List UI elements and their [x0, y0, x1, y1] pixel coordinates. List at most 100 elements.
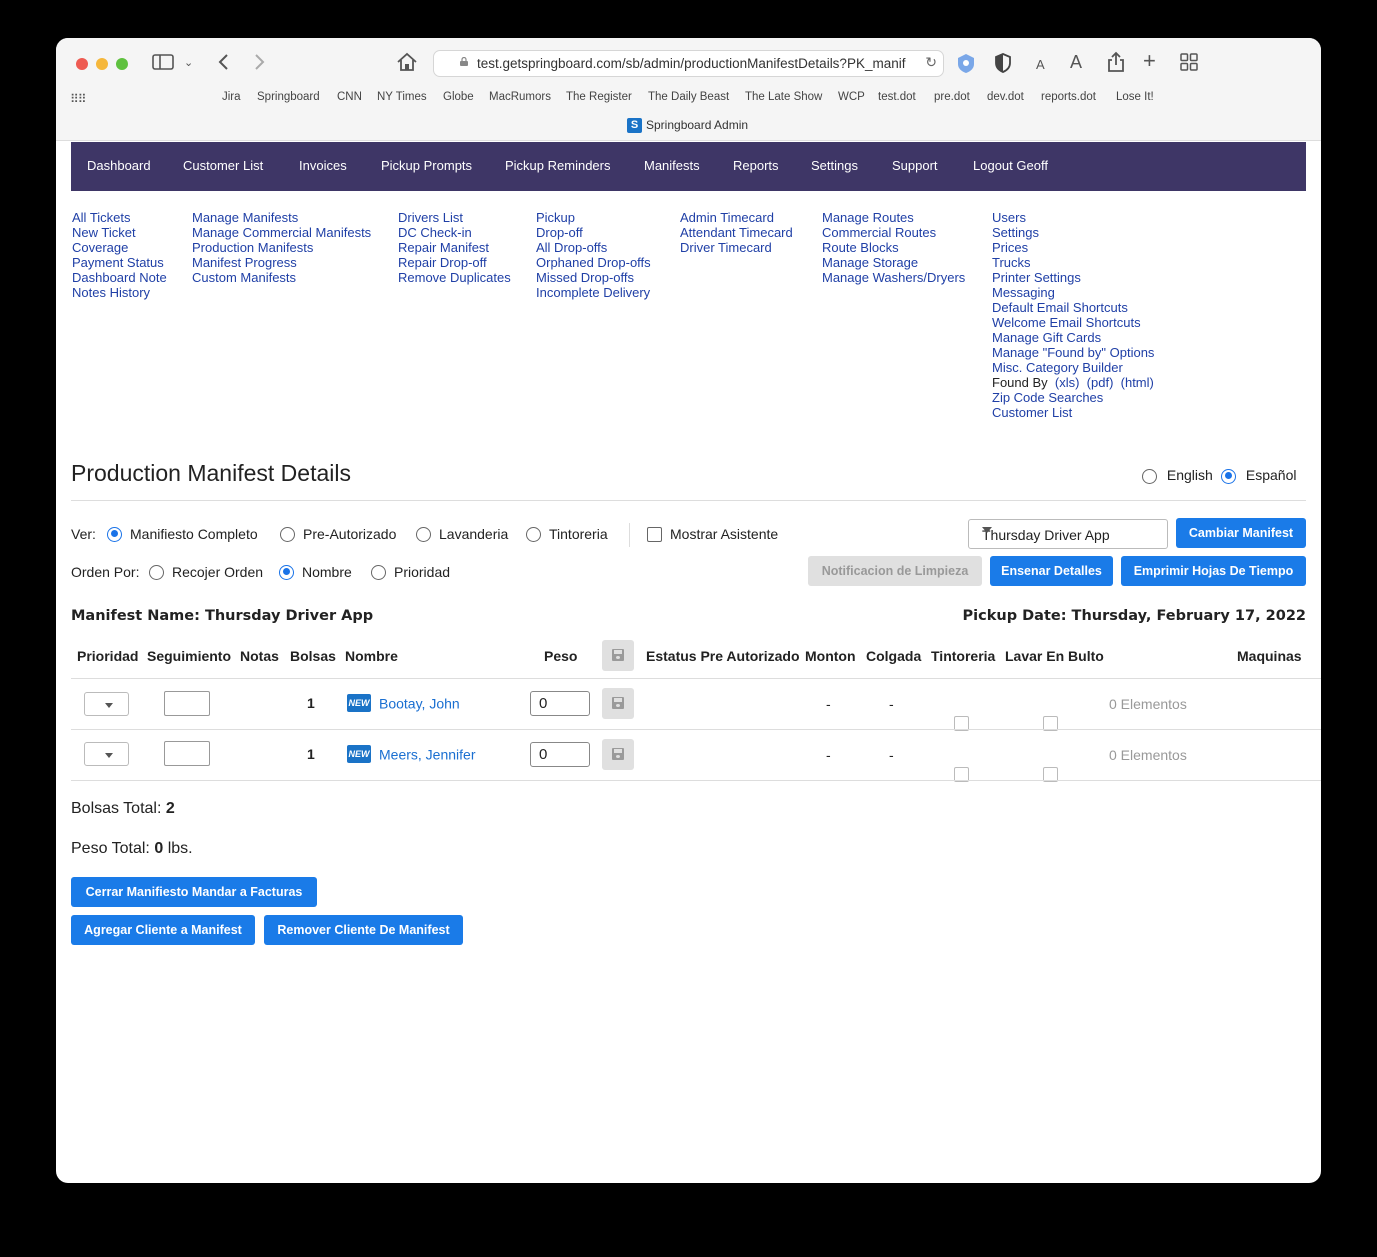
bookmark-item[interactable]: pre.dot [934, 91, 970, 103]
ensenar-detalles-button[interactable]: Ensenar Detalles [990, 556, 1113, 586]
bookmark-item[interactable]: NY Times [377, 91, 427, 103]
forward-arrow-icon[interactable] [251, 52, 267, 76]
submenu-link[interactable]: Payment Status [72, 255, 167, 270]
submenu-link[interactable]: Commercial Routes [822, 225, 965, 240]
customer-link[interactable]: Meers, Jennifer [379, 746, 475, 762]
peso-input[interactable]: 0 [530, 691, 590, 716]
apps-grid-icon[interactable]: ⠿⠿ [70, 89, 87, 109]
bookmark-item[interactable]: WCP [838, 91, 865, 103]
ver-option-completo[interactable]: Manifiesto Completo [107, 526, 258, 542]
lang-english-radio[interactable] [1142, 468, 1157, 484]
text-smaller-icon[interactable]: A [1036, 55, 1045, 75]
bookmark-item[interactable]: MacRumors [489, 91, 551, 103]
customer-link[interactable]: Bootay, John [379, 695, 460, 711]
bookmark-item[interactable]: Lose It! [1116, 91, 1154, 103]
home-icon[interactable] [396, 52, 418, 76]
submenu-link[interactable]: Manage Storage [822, 255, 965, 270]
nav-reports[interactable]: Reports [733, 158, 779, 173]
nav-manifests[interactable]: Manifests [644, 158, 700, 173]
sidebar-icon[interactable] [152, 53, 174, 75]
share-icon[interactable] [1107, 51, 1125, 77]
submenu-link[interactable]: Zip Code Searches [992, 390, 1154, 405]
found-by-pdf-link[interactable]: (pdf) [1087, 375, 1114, 390]
submenu-link[interactable]: Messaging [992, 285, 1154, 300]
address-bar[interactable]: test.getspringboard.com/sb/admin/product… [433, 50, 944, 77]
bookmark-item[interactable]: test.dot [878, 91, 916, 103]
peso-input[interactable]: 0 [530, 742, 590, 767]
zoom-window-button[interactable] [116, 58, 128, 70]
manifest-select[interactable]: Thursday Driver App [968, 519, 1168, 549]
ver-option-lavanderia[interactable]: Lavanderia [416, 526, 508, 542]
submenu-link[interactable]: Attendant Timecard [680, 225, 793, 240]
mostrar-asistente-option[interactable]: Mostrar Asistente [647, 526, 778, 542]
radio-button[interactable] [279, 564, 294, 580]
active-tab[interactable]: S Springboard Admin [627, 118, 748, 134]
found-by-xls-link[interactable]: (xls) [1055, 375, 1080, 390]
submenu-link[interactable]: DC Check-in [398, 225, 511, 240]
minimize-window-button[interactable] [96, 58, 108, 70]
nav-logout[interactable]: Logout Geoff [973, 158, 1048, 173]
shield-extension-icon[interactable] [955, 52, 977, 78]
submenu-link[interactable]: Coverage [72, 240, 167, 255]
ver-option-tintoreria[interactable]: Tintoreria [526, 526, 608, 542]
submenu-link[interactable]: Driver Timecard [680, 240, 793, 255]
submenu-link[interactable]: Drivers List [398, 210, 511, 225]
nav-pickup-reminders[interactable]: Pickup Reminders [505, 158, 611, 173]
radio-button[interactable] [107, 526, 122, 542]
submenu-link[interactable]: Manage "Found by" Options [992, 345, 1154, 360]
cambiar-manifest-button[interactable]: Cambiar Manifest [1176, 518, 1306, 548]
submenu-link[interactable]: Production Manifests [192, 240, 371, 255]
privacy-shield-icon[interactable] [993, 52, 1013, 78]
submenu-link[interactable]: Manage Routes [822, 210, 965, 225]
nav-customer-list[interactable]: Customer List [183, 158, 263, 173]
prioridad-select[interactable] [84, 742, 129, 766]
submenu-link[interactable]: Dashboard Note [72, 270, 167, 285]
submenu-link[interactable]: All Drop-offs [536, 240, 651, 255]
submenu-link[interactable]: Settings [992, 225, 1154, 240]
seguimiento-input[interactable] [164, 741, 210, 766]
lang-spanish-radio[interactable] [1221, 468, 1236, 484]
submenu-link[interactable]: Notes History [72, 285, 167, 300]
new-tab-icon[interactable]: + [1143, 50, 1156, 72]
bookmark-item[interactable]: The Register [566, 91, 632, 103]
orden-option-prioridad[interactable]: Prioridad [371, 564, 450, 580]
seguimiento-input[interactable] [164, 691, 210, 716]
cerrar-manifiesto-button[interactable]: Cerrar Manifiesto Mandar a Facturas [71, 877, 317, 907]
close-window-button[interactable] [76, 58, 88, 70]
submenu-link[interactable]: Manage Washers/Dryers [822, 270, 965, 285]
bookmark-item[interactable]: reports.dot [1041, 91, 1096, 103]
notificacion-limpieza-button[interactable]: Notificacion de Limpieza [808, 556, 982, 586]
submenu-link[interactable]: New Ticket [72, 225, 167, 240]
submenu-link[interactable]: Remove Duplicates [398, 270, 511, 285]
lang-english-option[interactable]: English [1142, 467, 1213, 484]
emprimir-hojas-button[interactable]: Emprimir Hojas De Tiempo [1121, 556, 1306, 586]
lang-spanish-option[interactable]: Español [1221, 467, 1296, 484]
submenu-link[interactable]: Orphaned Drop-offs [536, 255, 651, 270]
checkbox[interactable] [647, 526, 662, 542]
found-by-html-link[interactable]: (html) [1121, 375, 1154, 390]
remover-cliente-button[interactable]: Remover Cliente De Manifest [264, 915, 463, 945]
text-larger-icon[interactable]: A [1070, 52, 1082, 72]
submenu-link[interactable]: Incomplete Delivery [536, 285, 651, 300]
save-row-button[interactable] [602, 688, 634, 719]
chevron-down-icon[interactable]: ⌄ [184, 53, 193, 73]
tab-overview-icon[interactable] [1180, 53, 1198, 75]
submenu-link[interactable]: Drop-off [536, 225, 651, 240]
agregar-cliente-button[interactable]: Agregar Cliente a Manifest [71, 915, 255, 945]
orden-option-recojer[interactable]: Recojer Orden [149, 564, 263, 580]
submenu-link[interactable]: Pickup [536, 210, 651, 225]
nav-settings[interactable]: Settings [811, 158, 858, 173]
submenu-link[interactable]: Trucks [992, 255, 1154, 270]
submenu-link[interactable]: Misc. Category Builder [992, 360, 1154, 375]
prioridad-select[interactable] [84, 692, 129, 716]
submenu-link[interactable]: Missed Drop-offs [536, 270, 651, 285]
submenu-link[interactable]: Repair Drop-off [398, 255, 511, 270]
nav-invoices[interactable]: Invoices [299, 158, 347, 173]
nav-pickup-prompts[interactable]: Pickup Prompts [381, 158, 472, 173]
bookmark-item[interactable]: CNN [337, 91, 362, 103]
bookmark-item[interactable]: Jira [222, 91, 241, 103]
submenu-link[interactable]: Custom Manifests [192, 270, 371, 285]
submenu-link[interactable]: Repair Manifest [398, 240, 511, 255]
submenu-link[interactable]: Manage Gift Cards [992, 330, 1154, 345]
save-row-button[interactable] [602, 739, 634, 770]
